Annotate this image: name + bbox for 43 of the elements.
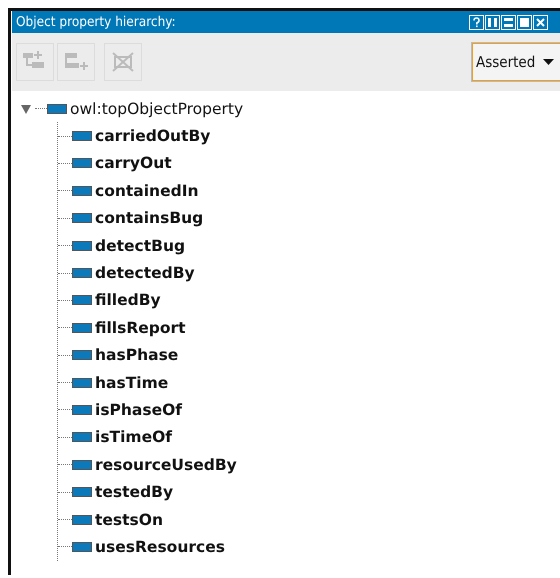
maximize-icon[interactable] <box>517 14 532 30</box>
property-icon <box>72 432 92 442</box>
property-icon <box>72 240 92 251</box>
property-icon <box>72 460 92 470</box>
property-label[interactable]: fillsReport <box>95 318 186 337</box>
property-label[interactable]: containsBug <box>95 209 204 228</box>
property-label[interactable]: carryOut <box>95 154 172 172</box>
split-horizontal-icon[interactable] <box>501 14 516 30</box>
property-label[interactable]: isTimeOf <box>95 428 172 446</box>
panel-title: Object property hierarchy: <box>15 14 176 30</box>
split-vertical-icon[interactable] <box>485 14 500 30</box>
property-label[interactable]: owl:topObjectProperty <box>70 100 244 118</box>
property-icon <box>72 404 92 415</box>
view-dropdown[interactable]: Asserted <box>472 43 560 81</box>
property-label[interactable]: testsOn <box>95 510 163 529</box>
property-label[interactable]: carriedOutBy <box>95 127 210 146</box>
expand-triangle-icon[interactable] <box>21 104 31 114</box>
property-icon <box>72 542 92 552</box>
property-icon <box>72 158 92 168</box>
property-label[interactable]: detectBug <box>95 236 186 255</box>
property-icon <box>72 322 92 333</box>
property-icon <box>72 213 92 224</box>
property-icon <box>72 295 92 306</box>
property-label[interactable]: detectedBy <box>95 264 195 282</box>
property-icon <box>72 268 92 278</box>
property-label[interactable]: hasTime <box>95 374 168 392</box>
property-icon <box>72 378 92 388</box>
help-icon[interactable] <box>469 14 484 30</box>
property-icon <box>72 350 92 360</box>
close-icon[interactable] <box>533 14 548 30</box>
property-label[interactable]: usesResources <box>95 538 225 556</box>
property-label[interactable]: isPhaseOf <box>95 400 182 419</box>
property-label[interactable]: resourceUsedBy <box>95 456 237 474</box>
property-icon <box>47 104 67 114</box>
dropdown-arrow-icon <box>543 59 554 65</box>
property-label[interactable]: hasPhase <box>95 346 178 364</box>
property-label[interactable]: filledBy <box>95 291 161 310</box>
property-label[interactable]: containedIn <box>95 182 198 200</box>
property-icon <box>72 514 92 525</box>
property-icon <box>72 131 92 142</box>
property-icon <box>72 186 92 196</box>
property-label[interactable]: testedBy <box>95 483 174 502</box>
property-icon <box>72 487 92 498</box>
